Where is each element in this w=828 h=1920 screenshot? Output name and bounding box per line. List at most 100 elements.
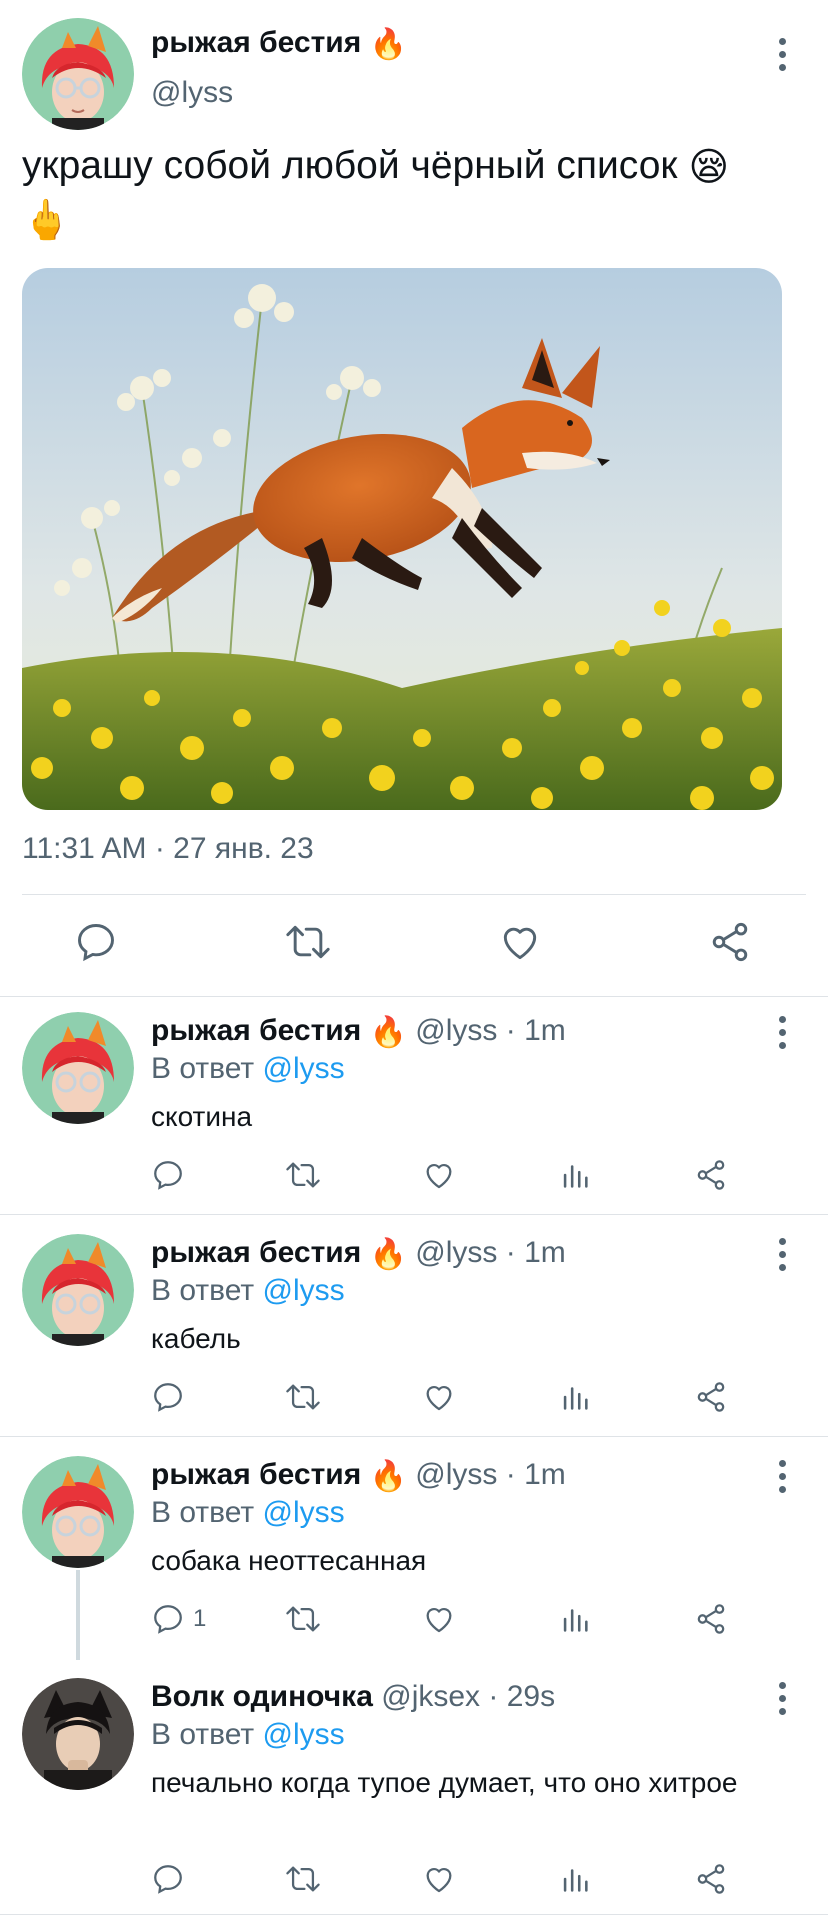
reply-to-mention-link[interactable]: @lyss — [262, 1496, 344, 1529]
retweet-button[interactable] — [284, 1602, 322, 1636]
share-button[interactable] — [694, 1862, 728, 1896]
reply-button[interactable] — [151, 1158, 193, 1192]
reply-button[interactable]: 1 — [151, 1602, 206, 1636]
more-options-icon[interactable] — [770, 1678, 794, 1718]
retweet-button[interactable] — [284, 1862, 322, 1896]
reply-to-prefix: В ответ — [151, 1274, 263, 1307]
like-button[interactable] — [422, 1862, 456, 1896]
reply-author-name[interactable]: рыжая бестия 🔥 @lyss · 1m — [151, 1236, 566, 1272]
reply-author-avatar[interactable] — [22, 1678, 134, 1790]
more-options-icon[interactable] — [770, 1456, 794, 1496]
views-button[interactable] — [558, 1380, 592, 1414]
tweet-timestamp[interactable]: 11:31 AM · 27 янв. 23 — [22, 832, 314, 866]
reply-to-mention-link[interactable]: @lyss — [262, 1718, 344, 1751]
share-icon — [697, 1382, 725, 1412]
reply-handle-time: @lyss · 1m — [415, 1236, 566, 1269]
tweet-text: украшу собой любой чёрный список 😪 🖕 — [22, 140, 812, 247]
reply-handle-time: @lyss · 1m — [415, 1458, 566, 1491]
retweet-icon — [286, 1162, 320, 1188]
like-button[interactable] — [422, 1158, 456, 1192]
retweet-icon — [286, 1866, 320, 1892]
reply-author-avatar[interactable] — [22, 1012, 134, 1124]
reply-button[interactable] — [74, 920, 118, 964]
reply-to-label: В ответ @lyss — [151, 1496, 345, 1530]
retweet-icon — [286, 1606, 320, 1632]
reply-to-prefix: В ответ — [151, 1052, 263, 1085]
reply-to-label: В ответ @lyss — [151, 1052, 345, 1086]
share-icon — [712, 922, 748, 962]
views-button[interactable] — [558, 1602, 592, 1636]
views-button[interactable] — [558, 1158, 592, 1192]
like-icon — [503, 927, 537, 960]
reply-icon — [154, 1605, 182, 1634]
reply-to-mention-link[interactable]: @lyss — [262, 1052, 344, 1085]
reply-tweet[interactable]: Волк одиночка @jksex · 29s В ответ @lyss… — [0, 1660, 828, 1916]
reply-button[interactable] — [151, 1380, 193, 1414]
like-icon — [426, 1164, 452, 1189]
like-button[interactable] — [422, 1380, 456, 1414]
retweet-button[interactable] — [284, 920, 332, 964]
divider — [0, 996, 828, 997]
reply-to-label: В ответ @lyss — [151, 1718, 345, 1752]
reply-author-name[interactable]: рыжая бестия 🔥 @lyss · 1m — [151, 1458, 566, 1494]
reply-to-prefix: В ответ — [151, 1496, 263, 1529]
like-icon — [426, 1868, 452, 1893]
tweet-text-line: украшу собой любой чёрный список — [22, 144, 678, 187]
more-options-icon[interactable] — [770, 34, 794, 74]
divider — [0, 1436, 828, 1437]
analytics-icon — [563, 1165, 588, 1188]
share-button[interactable] — [694, 1158, 728, 1192]
reply-count: 1 — [193, 1605, 207, 1632]
reply-text: кабель — [151, 1323, 241, 1354]
author-name-text: рыжая бестия — [151, 26, 362, 59]
tweet-media-image[interactable] — [22, 268, 782, 810]
retweet-button[interactable] — [284, 1380, 322, 1414]
reply-author-name[interactable]: Волк одиночка @jksex · 29s — [151, 1680, 555, 1714]
reply-author-name-text: Волк одиночка — [151, 1680, 373, 1713]
like-button[interactable] — [498, 920, 542, 964]
retweet-button[interactable] — [284, 1158, 322, 1192]
reply-text: печально когда тупое думает, что оно хит… — [151, 1767, 738, 1798]
reply-tweet[interactable]: рыжая бестия 🔥 @lyss · 1m В ответ @lyss … — [0, 998, 828, 1216]
share-icon — [697, 1160, 725, 1190]
share-button[interactable] — [694, 1602, 728, 1636]
reply-icon — [154, 1383, 182, 1412]
reply-tweet[interactable]: рыжая бестия 🔥 @lyss · 1m В ответ @lyss … — [0, 1216, 828, 1438]
fire-emoji-icon: 🔥 — [369, 1459, 407, 1493]
divider — [0, 1214, 828, 1215]
reply-author-name[interactable]: рыжая бестия 🔥 @lyss · 1m — [151, 1014, 566, 1050]
reply-author-avatar[interactable] — [22, 1456, 134, 1568]
reply-button[interactable] — [151, 1862, 193, 1896]
thread-connector-line — [76, 1570, 80, 1660]
retweet-icon — [286, 1384, 320, 1410]
share-button[interactable] — [694, 1380, 728, 1414]
middle-finger-emoji-icon: 🖕 — [22, 199, 71, 243]
more-options-icon[interactable] — [770, 1012, 794, 1052]
reply-to-mention-link[interactable]: @lyss — [262, 1274, 344, 1307]
like-icon — [426, 1608, 452, 1633]
views-button[interactable] — [558, 1862, 592, 1896]
author-name[interactable]: рыжая бестия 🔥 — [151, 26, 407, 62]
reply-tweet[interactable]: рыжая бестия 🔥 @lyss · 1m В ответ @lyss … — [0, 1438, 828, 1660]
sleepy-face-emoji-icon: 😪 — [688, 145, 729, 189]
author-avatar[interactable] — [22, 18, 134, 130]
fire-emoji-icon: 🔥 — [369, 27, 407, 61]
reply-icon — [78, 924, 114, 962]
reply-text: скотина — [151, 1101, 253, 1132]
share-button[interactable] — [708, 920, 752, 964]
fox-photo-icon — [22, 268, 782, 810]
share-icon — [697, 1864, 725, 1894]
reply-author-name-text: рыжая бестия — [151, 1236, 362, 1269]
analytics-icon — [563, 1387, 588, 1410]
reply-author-name-text: рыжая бестия — [151, 1014, 362, 1047]
reply-to-label: В ответ @lyss — [151, 1274, 345, 1308]
reply-handle-time: @jksex · 29s — [381, 1680, 556, 1713]
like-icon — [426, 1386, 452, 1411]
divider — [22, 894, 806, 895]
like-button[interactable] — [422, 1602, 456, 1636]
author-handle[interactable]: @lyss — [151, 76, 233, 110]
analytics-icon — [563, 1609, 588, 1632]
fire-emoji-icon: 🔥 — [369, 1237, 407, 1271]
reply-author-avatar[interactable] — [22, 1234, 134, 1346]
more-options-icon[interactable] — [770, 1234, 794, 1274]
